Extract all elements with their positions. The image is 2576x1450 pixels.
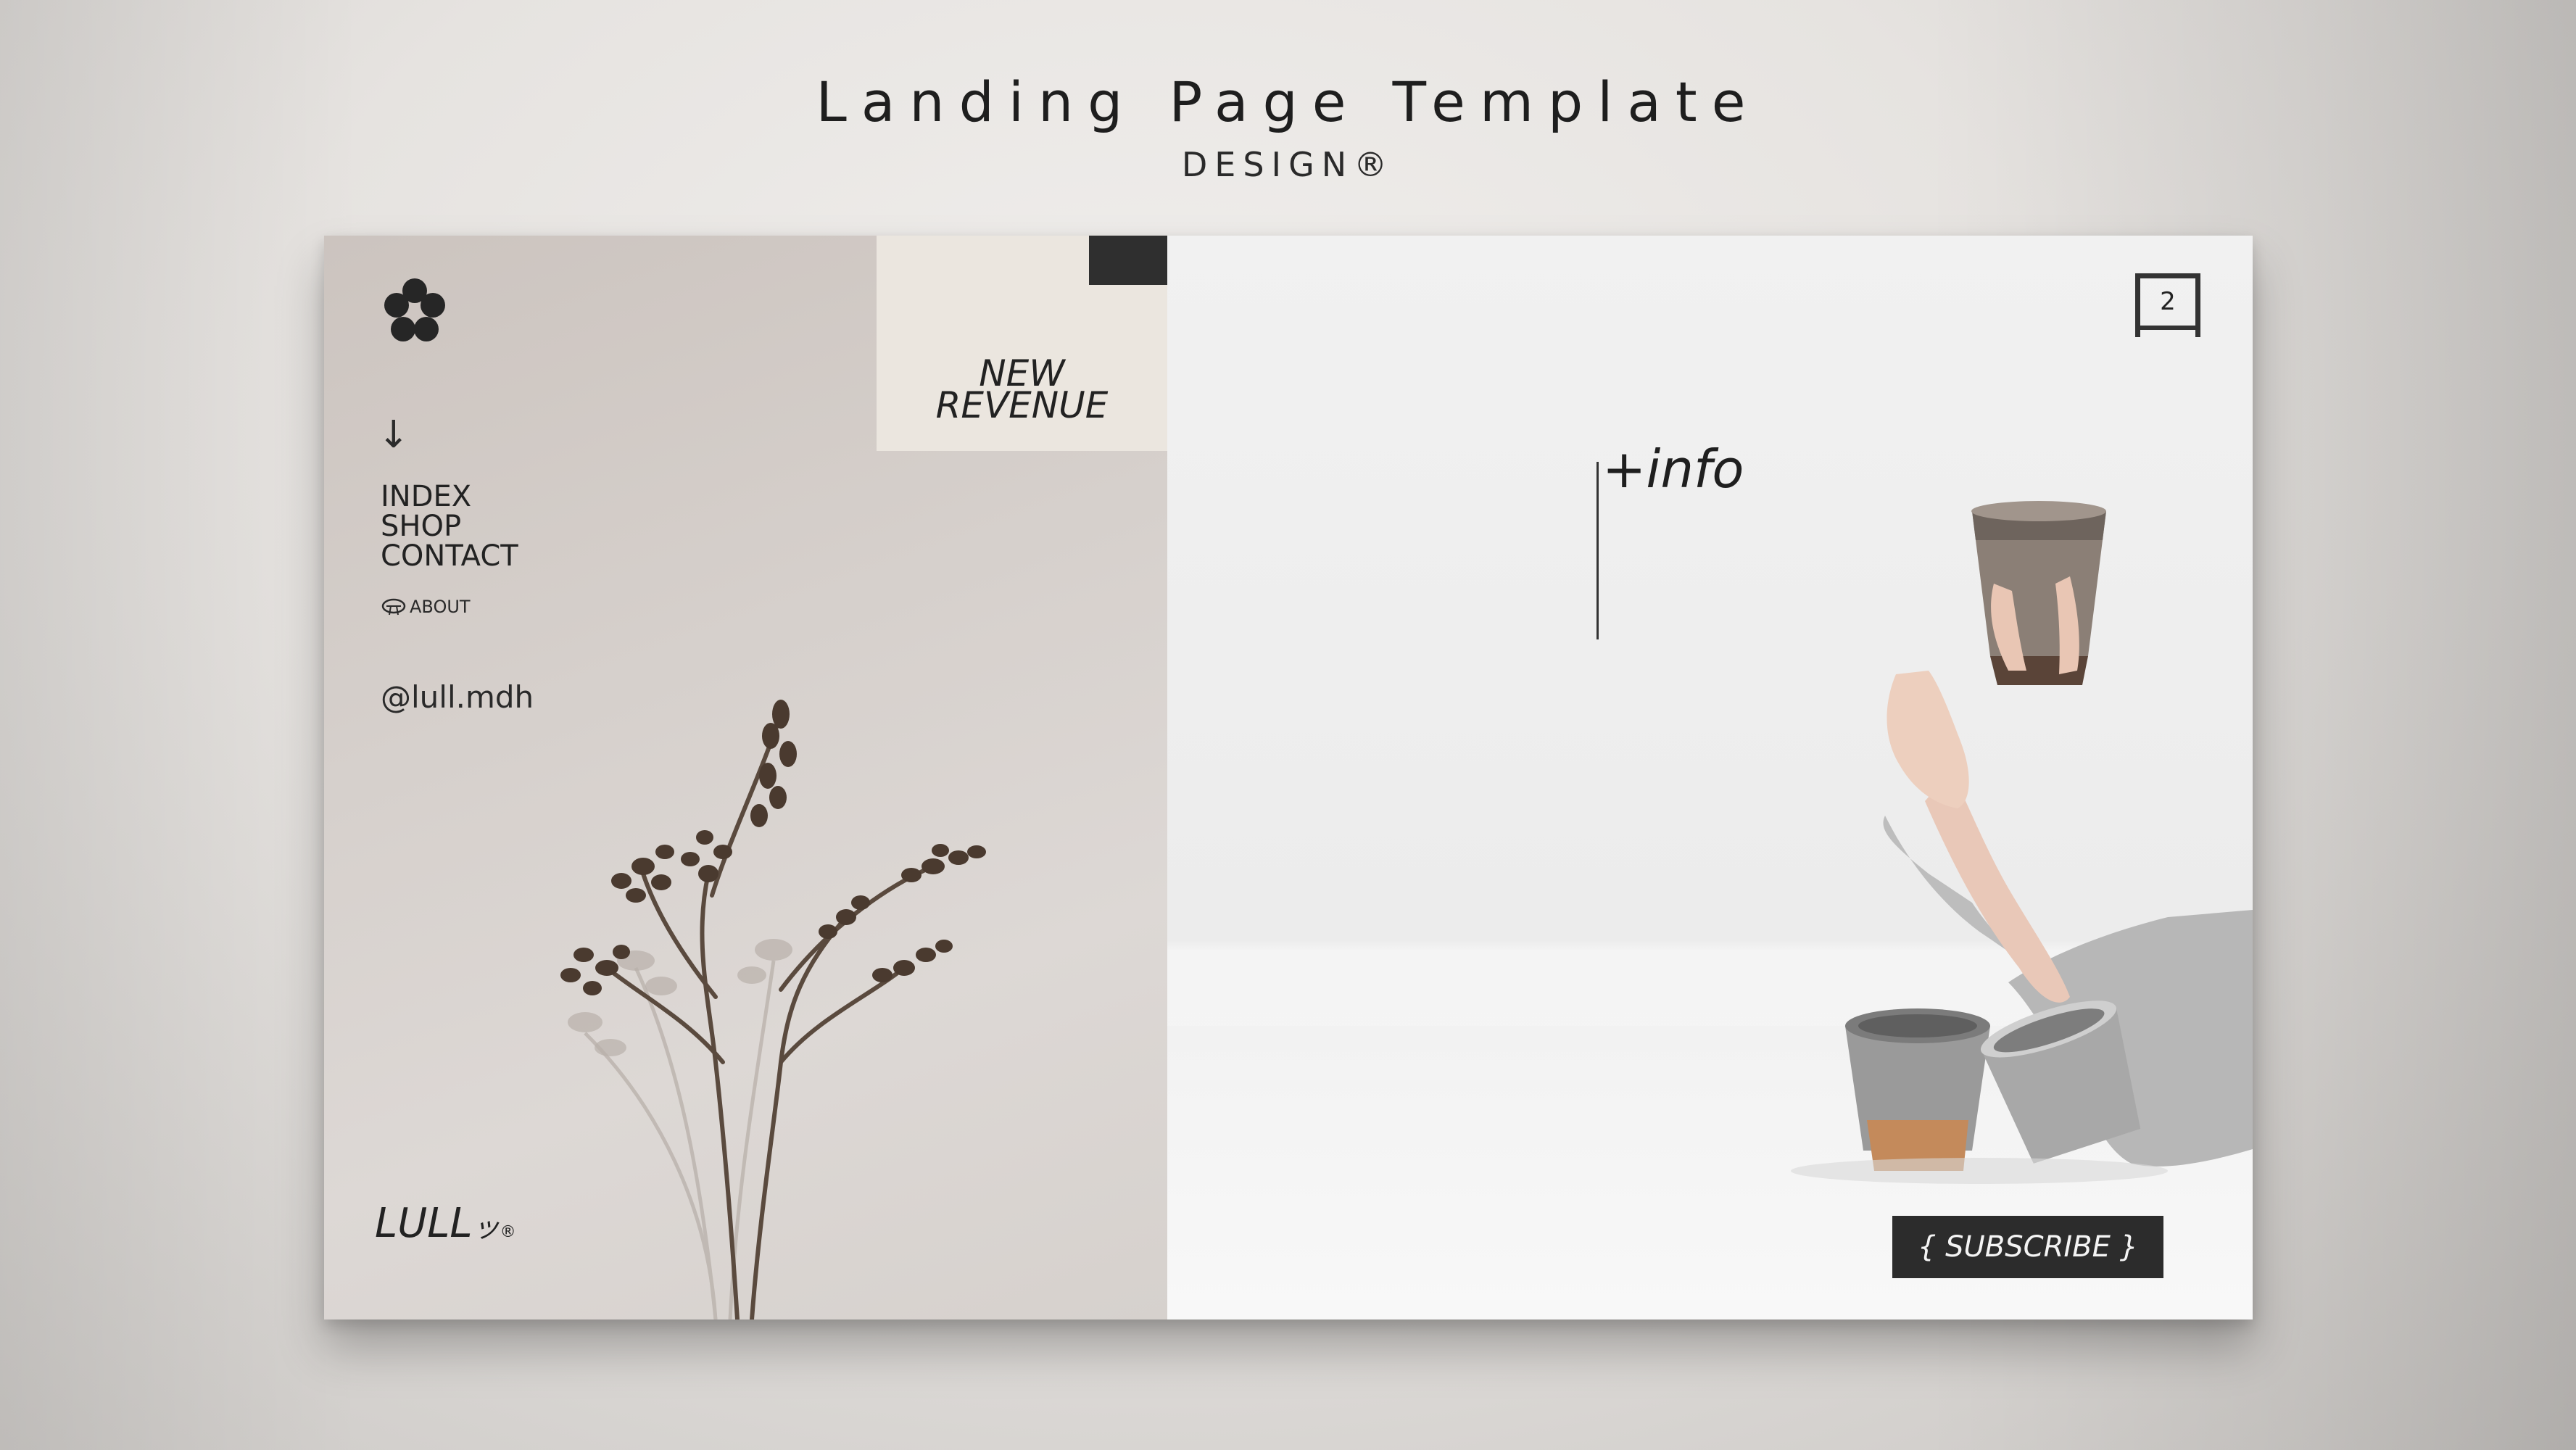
page-number-badge[interactable]: 2 (2135, 273, 2200, 330)
subscribe-button[interactable]: { SUBSCRIBE } (1892, 1216, 2163, 1278)
left-panel: ↓ INDEX SHOP CONTACT ABOUT @lull.mdh NEW… (324, 236, 1167, 1320)
promo-heading: NEW REVENUE (877, 355, 1167, 426)
brand-name: LULL (375, 1200, 473, 1247)
promo-accent-square (1089, 236, 1167, 285)
page-badge-leg-right (2195, 328, 2200, 337)
promo-box: NEW REVENUE (877, 236, 1167, 451)
brand-mark: ッ (472, 1211, 500, 1243)
dried-plant-image (560, 700, 986, 1320)
about-label: ABOUT (410, 597, 471, 617)
brand-logo[interactable]: LULLッ® (375, 1200, 516, 1247)
page-title: Landing Page Template (816, 70, 1760, 134)
promo-line-2: REVENUE (935, 384, 1109, 426)
page-subtitle: DESIGN® (1181, 145, 1395, 184)
nav-item-about[interactable]: ABOUT (381, 596, 471, 618)
page-badge-leg-left (2135, 328, 2140, 337)
flower-icon[interactable] (378, 273, 451, 346)
brand-registered: ® (500, 1223, 516, 1241)
social-handle[interactable]: @lull.mdh (381, 679, 534, 715)
down-arrow-icon: ↓ (378, 413, 410, 457)
nav-item-shop[interactable]: SHOP (381, 512, 518, 542)
background-shadow-left (0, 0, 363, 1450)
info-link[interactable]: +info (1602, 439, 1744, 500)
nav-item-contact[interactable]: CONTACT (381, 542, 518, 571)
nav-item-index[interactable]: INDEX (381, 482, 518, 512)
info-line (1596, 462, 1599, 639)
main-nav: INDEX SHOP CONTACT (381, 482, 518, 571)
right-panel: 2 +info { SUBSCRIBE } (1167, 236, 2253, 1320)
landing-page-mockup: ↓ INDEX SHOP CONTACT ABOUT @lull.mdh NEW… (324, 236, 2253, 1320)
tiny-logo-icon (381, 598, 406, 616)
cups-and-hand-image (1791, 501, 2253, 1184)
